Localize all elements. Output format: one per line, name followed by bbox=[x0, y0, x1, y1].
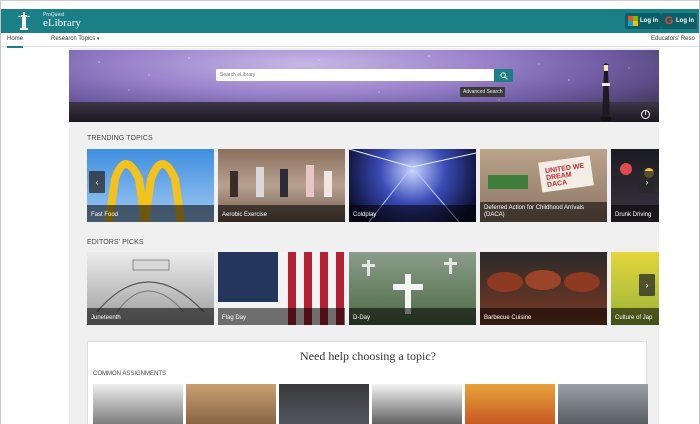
search-input[interactable] bbox=[220, 69, 470, 81]
assignment-thumbnail[interactable] bbox=[465, 384, 555, 424]
topic-card-aerobic-exercise[interactable]: Aerobic Exercise bbox=[218, 149, 345, 222]
topic-card-daca[interactable]: UNITED WE DREAM DACA Deferred Action for… bbox=[480, 149, 607, 222]
topic-card-coldplay[interactable]: Coldplay bbox=[349, 149, 476, 222]
chevron-down-icon: ▾ bbox=[96, 36, 100, 42]
common-assignments-heading: COMMON ASSIGNMENTS bbox=[93, 371, 167, 377]
card-label: Fast Food bbox=[87, 205, 214, 222]
pick-card-flag-day[interactable]: Flag Day bbox=[218, 252, 345, 325]
pick-card-barbecue[interactable]: Barbecue Cuisine bbox=[480, 252, 607, 325]
pick-card-d-day[interactable]: D-Day bbox=[349, 252, 476, 325]
assignment-thumbnail[interactable] bbox=[93, 384, 183, 424]
next-arrow-button[interactable]: › bbox=[639, 171, 655, 193]
nav-educators-resources[interactable]: Educators' Reso bbox=[651, 35, 695, 44]
microsoft-logo-icon bbox=[628, 16, 638, 26]
card-label: Drunk Driving bbox=[611, 205, 659, 222]
pick-card-juneteenth[interactable]: Juneteenth bbox=[87, 252, 214, 325]
advanced-search-link[interactable]: Advanced Search bbox=[460, 87, 506, 97]
nav-research-label: Research Topics bbox=[51, 36, 96, 42]
brand-name[interactable]: eLibrary bbox=[43, 17, 81, 30]
app-frame: ProQuest eLibrary Log in G Log In Home R… bbox=[0, 0, 700, 424]
top-header: ProQuest eLibrary Log in G Log In bbox=[1, 9, 699, 33]
main-content: Advanced Search i TRENDING TOPICS ‹ Fast… bbox=[69, 48, 659, 424]
prev-arrow-button[interactable]: ‹ bbox=[89, 171, 105, 193]
proquest-logo-icon bbox=[18, 12, 30, 30]
search-box bbox=[216, 69, 494, 81]
editors-picks-heading: EDITORS' PICKS bbox=[87, 239, 144, 246]
topic-card-fast-food[interactable]: ‹ Fast Food bbox=[87, 149, 214, 222]
next-arrow-button[interactable]: › bbox=[639, 274, 655, 296]
assignment-thumbnail[interactable] bbox=[372, 384, 462, 424]
topic-help-panel: Need help choosing a topic? COMMON ASSIG… bbox=[87, 341, 648, 424]
assignment-thumbnail[interactable] bbox=[186, 384, 276, 424]
trending-topics-heading: TRENDING TOPICS bbox=[87, 135, 153, 142]
pick-card-culture-of-japan[interactable]: › Culture of Jap bbox=[611, 252, 659, 325]
nav-home-tab[interactable]: Home bbox=[7, 35, 24, 48]
google-login-button[interactable]: G Log In bbox=[661, 13, 697, 29]
info-icon[interactable]: i bbox=[641, 110, 650, 119]
hero-banner: Advanced Search i bbox=[69, 50, 659, 122]
editors-picks-row: Juneteenth Flag Day D-Day Barbecue Cuisi… bbox=[87, 252, 659, 325]
main-nav: Home Research Topics ▾ Educators' Reso bbox=[1, 33, 699, 48]
assignment-thumbnail[interactable] bbox=[279, 384, 369, 424]
card-label: Coldplay bbox=[349, 205, 476, 222]
topic-card-drunk-driving[interactable]: › Drunk Driving bbox=[611, 149, 659, 222]
assignment-thumbnail[interactable] bbox=[558, 384, 648, 424]
card-label: Culture of Jap bbox=[611, 308, 659, 325]
card-label: Barbecue Cuisine bbox=[480, 308, 607, 325]
hero-ground bbox=[69, 102, 659, 122]
card-label: Flag Day bbox=[218, 308, 345, 325]
search-icon bbox=[499, 71, 508, 80]
help-heading: Need help choosing a topic? bbox=[300, 349, 436, 363]
card-label: Deferred Action for Childhood Arrivals (… bbox=[480, 202, 607, 222]
search-button[interactable] bbox=[494, 69, 513, 82]
nav-research-topics[interactable]: Research Topics ▾ bbox=[51, 35, 99, 44]
card-label: D-Day bbox=[349, 308, 476, 325]
trending-topics-row: ‹ Fast Food Aerobic Exercise Coldplay UN… bbox=[87, 149, 659, 222]
card-label: Juneteenth bbox=[87, 308, 214, 325]
microsoft-login-label: Log in bbox=[640, 18, 658, 24]
google-logo-icon: G bbox=[664, 15, 674, 27]
microsoft-login-button[interactable]: Log in bbox=[625, 13, 661, 29]
card-label: Aerobic Exercise bbox=[218, 205, 345, 222]
google-login-label: Log In bbox=[676, 18, 694, 24]
lighthouse-icon bbox=[601, 63, 611, 121]
